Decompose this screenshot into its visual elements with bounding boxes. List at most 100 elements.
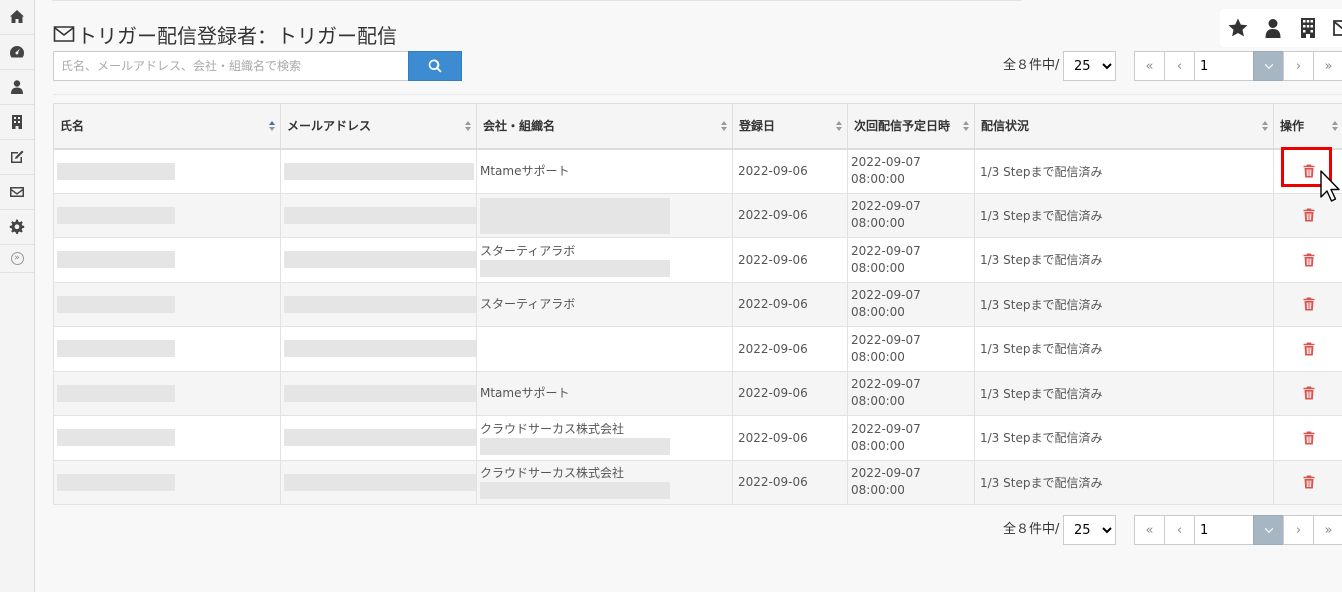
- page-number-input[interactable]: [1194, 51, 1254, 81]
- cell-company: スターティアラボ: [476, 237, 733, 283]
- sidebar-expand-toggle[interactable]: »: [0, 245, 34, 273]
- redacted-email: [284, 340, 476, 358]
- table-row: 2022-09-06 2022-09-07 08:00:00 1/3 Stepまで配信…: [53, 326, 1342, 372]
- cell-company: クラウドサーカス株式会社: [476, 415, 733, 461]
- sort-icon: [1262, 121, 1268, 132]
- next-delivery-time: 08:00:00: [851, 438, 905, 453]
- cell-company: [476, 192, 733, 238]
- company-name: Mtameサポート: [480, 386, 570, 401]
- redacted-name: [57, 384, 175, 402]
- per-page-select[interactable]: 25: [1063, 515, 1116, 545]
- cell-registered: 2022-09-06: [732, 415, 848, 461]
- redacted-email: [284, 251, 476, 269]
- cell-status: 1/3 Stepまで配信済み: [974, 415, 1274, 461]
- result-count: 全８件中/: [1003, 522, 1060, 537]
- company-name: クラウドサーカス株式会社: [480, 466, 625, 481]
- delete-button[interactable]: [1277, 297, 1340, 311]
- page-number-input[interactable]: [1194, 515, 1254, 545]
- per-page-select[interactable]: 25: [1063, 51, 1116, 81]
- column-header-company[interactable]: 会社・組織名: [476, 103, 733, 150]
- column-header-name[interactable]: 氏名: [53, 103, 281, 150]
- delete-button[interactable]: [1277, 342, 1340, 356]
- trash-icon: [1303, 253, 1314, 267]
- trash-icon: [1303, 431, 1314, 445]
- sidebar-item-home[interactable]: [0, 0, 34, 35]
- first-page-button[interactable]: «: [1134, 515, 1165, 545]
- cell-registered: 2022-09-06: [732, 370, 848, 416]
- prev-page-button[interactable]: ‹: [1164, 51, 1195, 81]
- account-button[interactable]: [1255, 9, 1290, 47]
- double-chevron-right-icon: »: [10, 252, 24, 265]
- sort-icon: [963, 121, 969, 132]
- next-delivery-date: 2022-09-07: [851, 199, 921, 214]
- cell-next-delivery: 2022-09-07 08:00:00: [847, 459, 975, 505]
- page-title-text: トリガー配信登録者：トリガー配信: [77, 23, 397, 48]
- delete-button[interactable]: [1277, 208, 1340, 222]
- page-dropdown-button[interactable]: [1253, 51, 1284, 81]
- cell-status: 1/3 Stepまで配信済み: [974, 281, 1274, 327]
- sidebar-item-forms[interactable]: [0, 140, 34, 175]
- next-page-button[interactable]: ›: [1283, 51, 1314, 81]
- gear-icon: [9, 219, 25, 234]
- column-header-status[interactable]: 配信状況: [974, 103, 1274, 150]
- sidebar-item-companies[interactable]: [0, 105, 34, 140]
- table-header-row: 氏名 メールアドレス 会社・組織名 登録日 次回配信予定日時 配信状況 操作: [53, 103, 1342, 150]
- chevron-down-icon: [1264, 527, 1273, 533]
- redacted-company: [480, 482, 670, 500]
- cell-name: [53, 326, 281, 372]
- column-header-email[interactable]: メールアドレス: [280, 103, 477, 150]
- cell-registered: 2022-09-06: [732, 237, 848, 283]
- company-button[interactable]: [1290, 9, 1325, 47]
- cell-name: [53, 237, 281, 283]
- next-page-button[interactable]: ›: [1283, 515, 1314, 545]
- next-delivery-time: 08:00:00: [851, 216, 905, 231]
- prev-page-button[interactable]: ‹: [1164, 515, 1195, 545]
- cell-name: [53, 415, 281, 461]
- delete-button[interactable]: [1277, 431, 1340, 445]
- result-count: 全８件中/: [1003, 58, 1060, 73]
- redacted-name: [57, 340, 175, 358]
- delete-button[interactable]: [1277, 475, 1340, 489]
- delete-button[interactable]: [1277, 386, 1340, 400]
- sidebar-item-users[interactable]: [0, 70, 34, 105]
- redacted-company: [480, 197, 670, 234]
- sort-icon: [721, 121, 727, 132]
- column-header-registered[interactable]: 登録日: [732, 103, 848, 150]
- top-toolbar: [1220, 9, 1342, 47]
- cell-company: クラウドサーカス株式会社: [476, 459, 733, 505]
- redacted-name: [57, 162, 175, 180]
- mail-button[interactable]: [1325, 9, 1342, 47]
- cell-registered: 2022-09-06: [732, 192, 848, 238]
- sort-icon: [836, 121, 842, 132]
- cell-name: [53, 370, 281, 416]
- sort-icon: [1332, 121, 1338, 132]
- favorites-button[interactable]: [1220, 9, 1255, 47]
- next-delivery-time: 08:00:00: [851, 305, 905, 320]
- sidebar-item-settings[interactable]: [0, 210, 34, 245]
- table-row: Mtameサポート 2022-09-06 2022-09-07 08:00:00 1/3…: [53, 146, 1342, 194]
- cell-status: 1/3 Stepまで配信済み: [974, 370, 1274, 416]
- cell-email: [280, 459, 477, 505]
- page-dropdown-button[interactable]: [1253, 515, 1284, 545]
- cell-actions: [1273, 459, 1342, 505]
- company-name: スターティアラボ: [480, 243, 576, 258]
- next-delivery-time: 08:00:00: [851, 260, 905, 275]
- redacted-email: [284, 162, 474, 180]
- section-divider: [53, 94, 1342, 95]
- company-name: クラウドサーカス株式会社: [480, 421, 625, 436]
- pagination-bottom: 全８件中/ 25 « ‹ › »: [36, 515, 1342, 545]
- cell-actions: [1273, 281, 1342, 327]
- last-page-button[interactable]: »: [1313, 515, 1342, 545]
- first-page-button[interactable]: «: [1134, 51, 1165, 81]
- sidebar-item-mail[interactable]: [0, 175, 34, 210]
- last-page-button[interactable]: »: [1313, 51, 1342, 81]
- redacted-email: [284, 384, 476, 402]
- next-delivery-time: 08:00:00: [851, 483, 905, 498]
- star-icon: [1228, 18, 1247, 37]
- delete-button[interactable]: [1277, 253, 1340, 267]
- column-header-actions: 操作: [1273, 103, 1342, 150]
- column-header-next-delivery[interactable]: 次回配信予定日時: [847, 103, 975, 150]
- cell-email: [280, 415, 477, 461]
- sidebar-item-dashboard[interactable]: [0, 35, 34, 70]
- cell-registered: 2022-09-06: [732, 326, 848, 372]
